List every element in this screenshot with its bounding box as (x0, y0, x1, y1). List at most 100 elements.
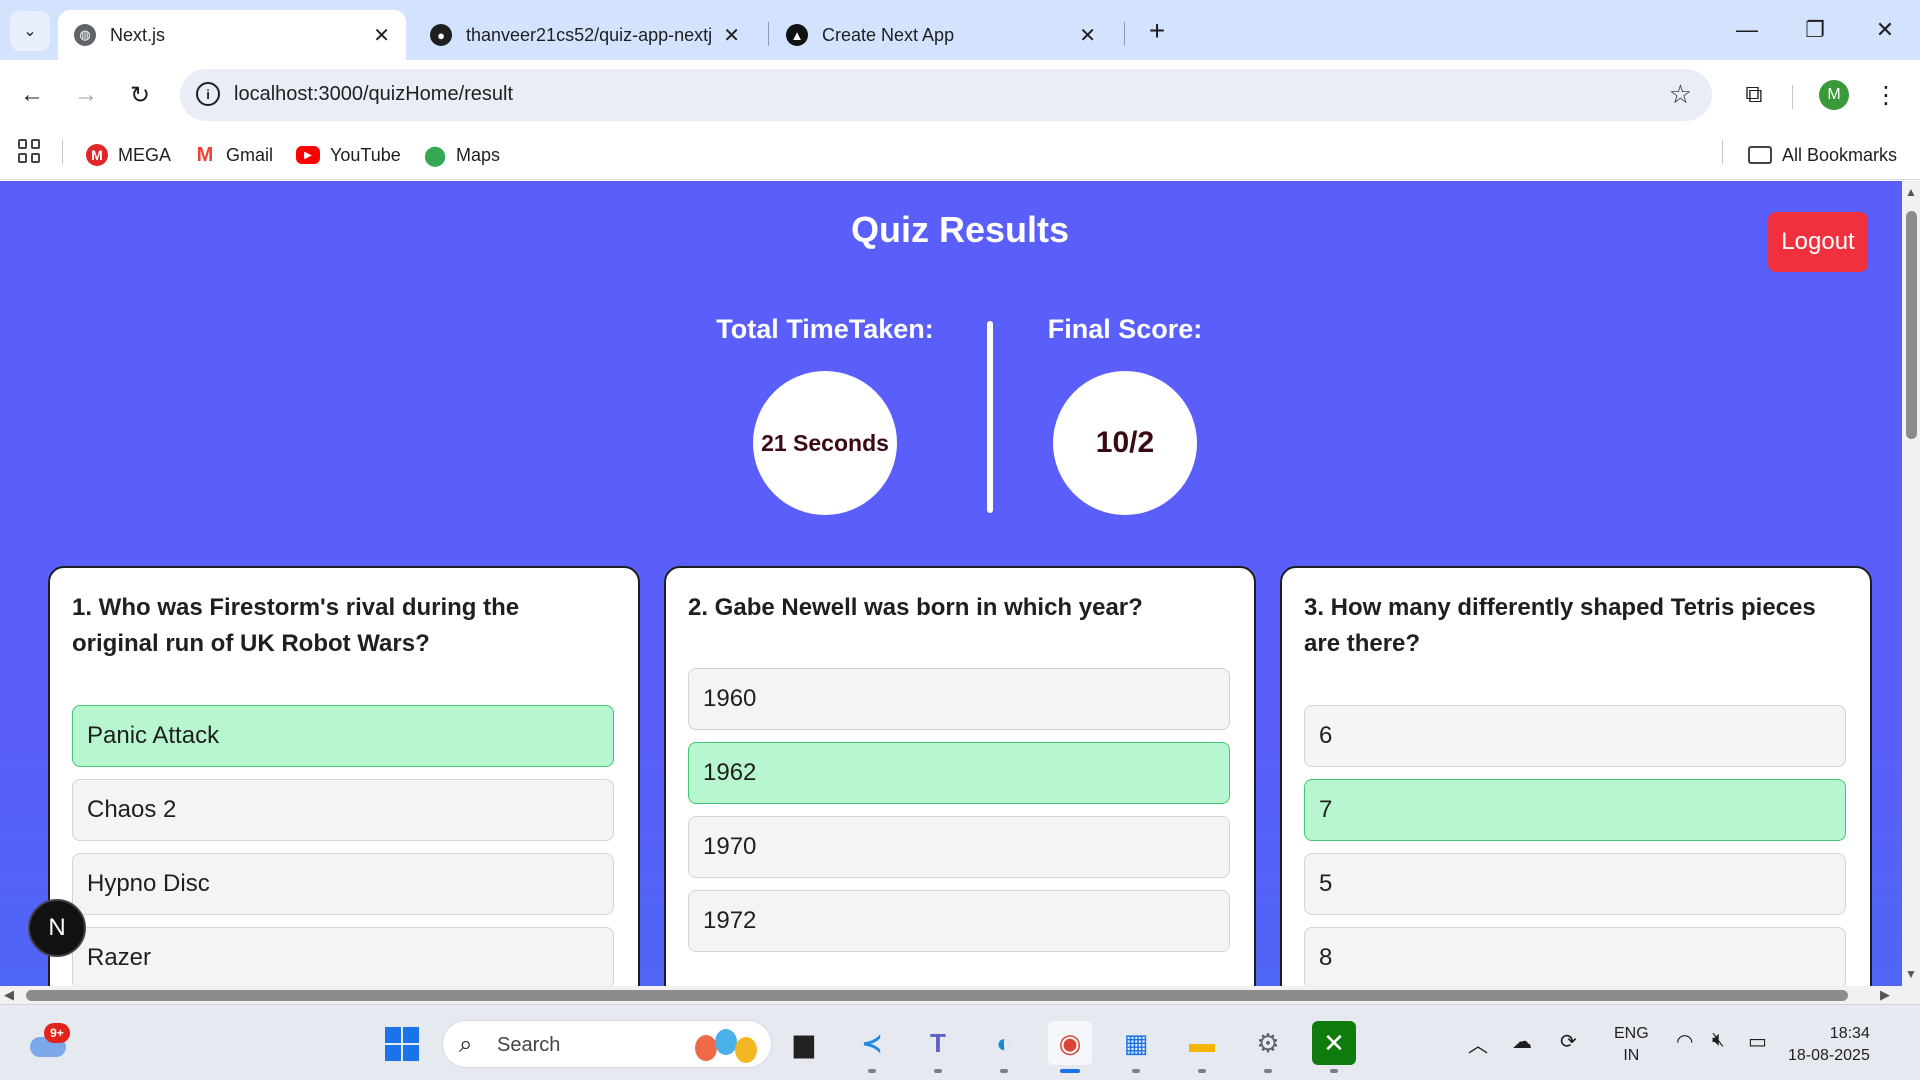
tab-create-next-app[interactable]: ▲ Create Next App ✕ (770, 10, 1112, 60)
tab-separator (1124, 22, 1125, 46)
microsoft-store-icon[interactable]: ▦ (1114, 1021, 1158, 1073)
chrome-icon[interactable]: ◉ (1048, 1021, 1092, 1073)
youtube-icon: ▶ (296, 146, 320, 164)
bookmark-mega[interactable]: M MEGA (86, 140, 171, 170)
logout-button[interactable]: Logout (1768, 212, 1868, 272)
region-code: IN (1623, 1047, 1640, 1064)
page-title: Quiz Results (850, 209, 1070, 250)
bookmark-gmail[interactable]: M Gmail (194, 140, 273, 170)
extensions-icon[interactable]: ⧉ (1736, 77, 1772, 113)
reload-button[interactable]: ↻ (122, 77, 158, 113)
teams-icon[interactable]: T (916, 1021, 960, 1073)
weather-widget[interactable]: 9+ (28, 1023, 70, 1059)
tab-nextjs[interactable]: ◍ Next.js ✕ (58, 10, 406, 60)
bookmark-maps[interactable]: ⬤ Maps (424, 140, 500, 170)
forward-button[interactable]: → (68, 77, 104, 113)
triangle-logo-icon: ▲ (786, 24, 808, 46)
onedrive-icon[interactable]: ☁ (1512, 1029, 1532, 1054)
tab-title: thanveer21cs52/quiz-app-nextj (466, 24, 713, 45)
language-code: ENG (1614, 1025, 1649, 1042)
bookmark-star-icon[interactable]: ☆ (1669, 79, 1692, 110)
edge-icon[interactable]: ◐ (982, 1021, 1026, 1073)
horizontal-scrollbar[interactable]: ◀ ▶ (0, 986, 1920, 1004)
bookmark-label: YouTube (330, 144, 401, 165)
folder-icon (1748, 146, 1772, 164)
running-indicator (1060, 1069, 1080, 1073)
all-bookmarks[interactable]: All Bookmarks (1748, 140, 1897, 170)
answer-option: Chaos 2 (72, 779, 614, 841)
quiz-result-page: Quiz Results Logout Total TimeTaken: 21 … (0, 181, 1902, 986)
final-score-label: Final Score: (1047, 314, 1203, 344)
running-indicator (1198, 1069, 1206, 1073)
question-card: 2. Gabe Newell was born in which year? 1… (664, 566, 1256, 986)
balloons-icon (695, 1029, 761, 1063)
taskbar-search[interactable]: ⌕ Search (442, 1020, 772, 1068)
url-text[interactable]: localhost:3000/quizHome/result (234, 83, 513, 106)
bookmarks-separator (62, 140, 63, 164)
profile-avatar[interactable]: M (1819, 80, 1849, 110)
file-explorer-icon[interactable]: ▬ (1180, 1021, 1224, 1073)
running-indicator (1330, 1069, 1338, 1073)
answer-option: 1972 (688, 890, 1230, 952)
nextjs-dev-indicator[interactable]: N (28, 899, 86, 957)
vertical-scroll-thumb[interactable] (1906, 211, 1917, 439)
answer-option: 1970 (688, 816, 1230, 878)
settings-icon[interactable]: ⚙ (1246, 1021, 1290, 1073)
tab-title: Next.js (110, 24, 166, 45)
new-tab-button[interactable]: + (1140, 14, 1174, 48)
show-hidden-icons[interactable]: ︿ (1468, 1029, 1488, 1058)
system-clock[interactable]: 18:34 18-08-2025 (1788, 1023, 1870, 1067)
volume-muted-icon[interactable]: 🔇︎ (1712, 1029, 1725, 1052)
file-manager-icon[interactable]: ▆ (782, 1021, 826, 1065)
tab-github[interactable]: ● thanveer21cs52/quiz-app-nextj ✕ (414, 10, 756, 60)
maps-icon: ⬤ (423, 144, 447, 167)
toolbar-separator (1792, 85, 1793, 109)
scroll-up-icon[interactable]: ▲ (1905, 185, 1917, 199)
horizontal-scroll-thumb[interactable] (26, 990, 1848, 1001)
bookmarks-bar: M MEGA M Gmail ▶ YouTube ⬤ Maps All Book… (0, 130, 1920, 180)
wifi-icon[interactable]: ◠ (1676, 1029, 1693, 1054)
question-text: 3. How many differently shaped Tetris pi… (1304, 594, 1816, 657)
answer-option: 1960 (688, 668, 1230, 730)
battery-icon[interactable]: ▭ (1748, 1029, 1767, 1054)
site-info-icon[interactable]: i (196, 82, 220, 106)
bookmark-label: MEGA (118, 144, 172, 165)
mega-icon: M (86, 144, 108, 166)
browser-menu-icon[interactable]: ⋮ (1874, 77, 1898, 113)
bookmark-label: Gmail (226, 144, 274, 165)
question-text: 2. Gabe Newell was born in which year? (688, 594, 1143, 621)
answer-option-correct: 7 (1304, 779, 1846, 841)
address-bar[interactable]: i localhost:3000/quizHome/result ☆ (180, 69, 1712, 121)
gmail-icon: M (196, 143, 214, 166)
running-indicator (934, 1069, 942, 1073)
vscode-icon[interactable]: ≺ (850, 1021, 894, 1073)
scroll-down-icon[interactable]: ▼ (1905, 967, 1917, 981)
question-card: 1. Who was Firestorm's rival during the … (48, 566, 640, 986)
answer-option-correct: 1962 (688, 742, 1230, 804)
bookmark-youtube[interactable]: ▶ YouTube (296, 140, 401, 170)
xbox-icon[interactable]: ✕ (1312, 1021, 1356, 1073)
back-button[interactable]: ← (14, 77, 50, 113)
language-indicator[interactable]: ENG IN (1614, 1023, 1649, 1067)
stats-divider (987, 321, 993, 513)
close-window-button[interactable]: ✕ (1860, 12, 1910, 48)
vertical-scrollbar[interactable]: ▲ ▼ (1902, 181, 1920, 986)
sync-icon[interactable]: ⟳ (1560, 1029, 1577, 1054)
close-tab-icon[interactable]: ✕ (723, 23, 740, 48)
answer-option: Razer (72, 927, 614, 986)
close-tab-icon[interactable]: ✕ (373, 23, 390, 48)
scroll-left-icon[interactable]: ◀ (4, 987, 14, 1003)
clock-time: 18:34 (1829, 1025, 1870, 1042)
running-indicator (868, 1069, 876, 1073)
minimize-button[interactable]: — (1722, 12, 1772, 48)
windows-start-icon[interactable] (385, 1027, 419, 1061)
answer-option-correct: Panic Attack (72, 705, 614, 767)
browser-toolbar: ← → ↻ i localhost:3000/quizHome/result ☆… (0, 60, 1920, 130)
restore-button[interactable]: ❐ (1790, 12, 1840, 48)
scroll-right-icon[interactable]: ▶ (1880, 987, 1890, 1003)
globe-icon: ◍ (74, 24, 96, 46)
close-tab-icon[interactable]: ✕ (1079, 23, 1096, 48)
apps-grid-icon[interactable] (18, 139, 42, 163)
tab-search-button[interactable]: ⌄ (10, 11, 50, 51)
tab-title: Create Next App (822, 24, 955, 45)
